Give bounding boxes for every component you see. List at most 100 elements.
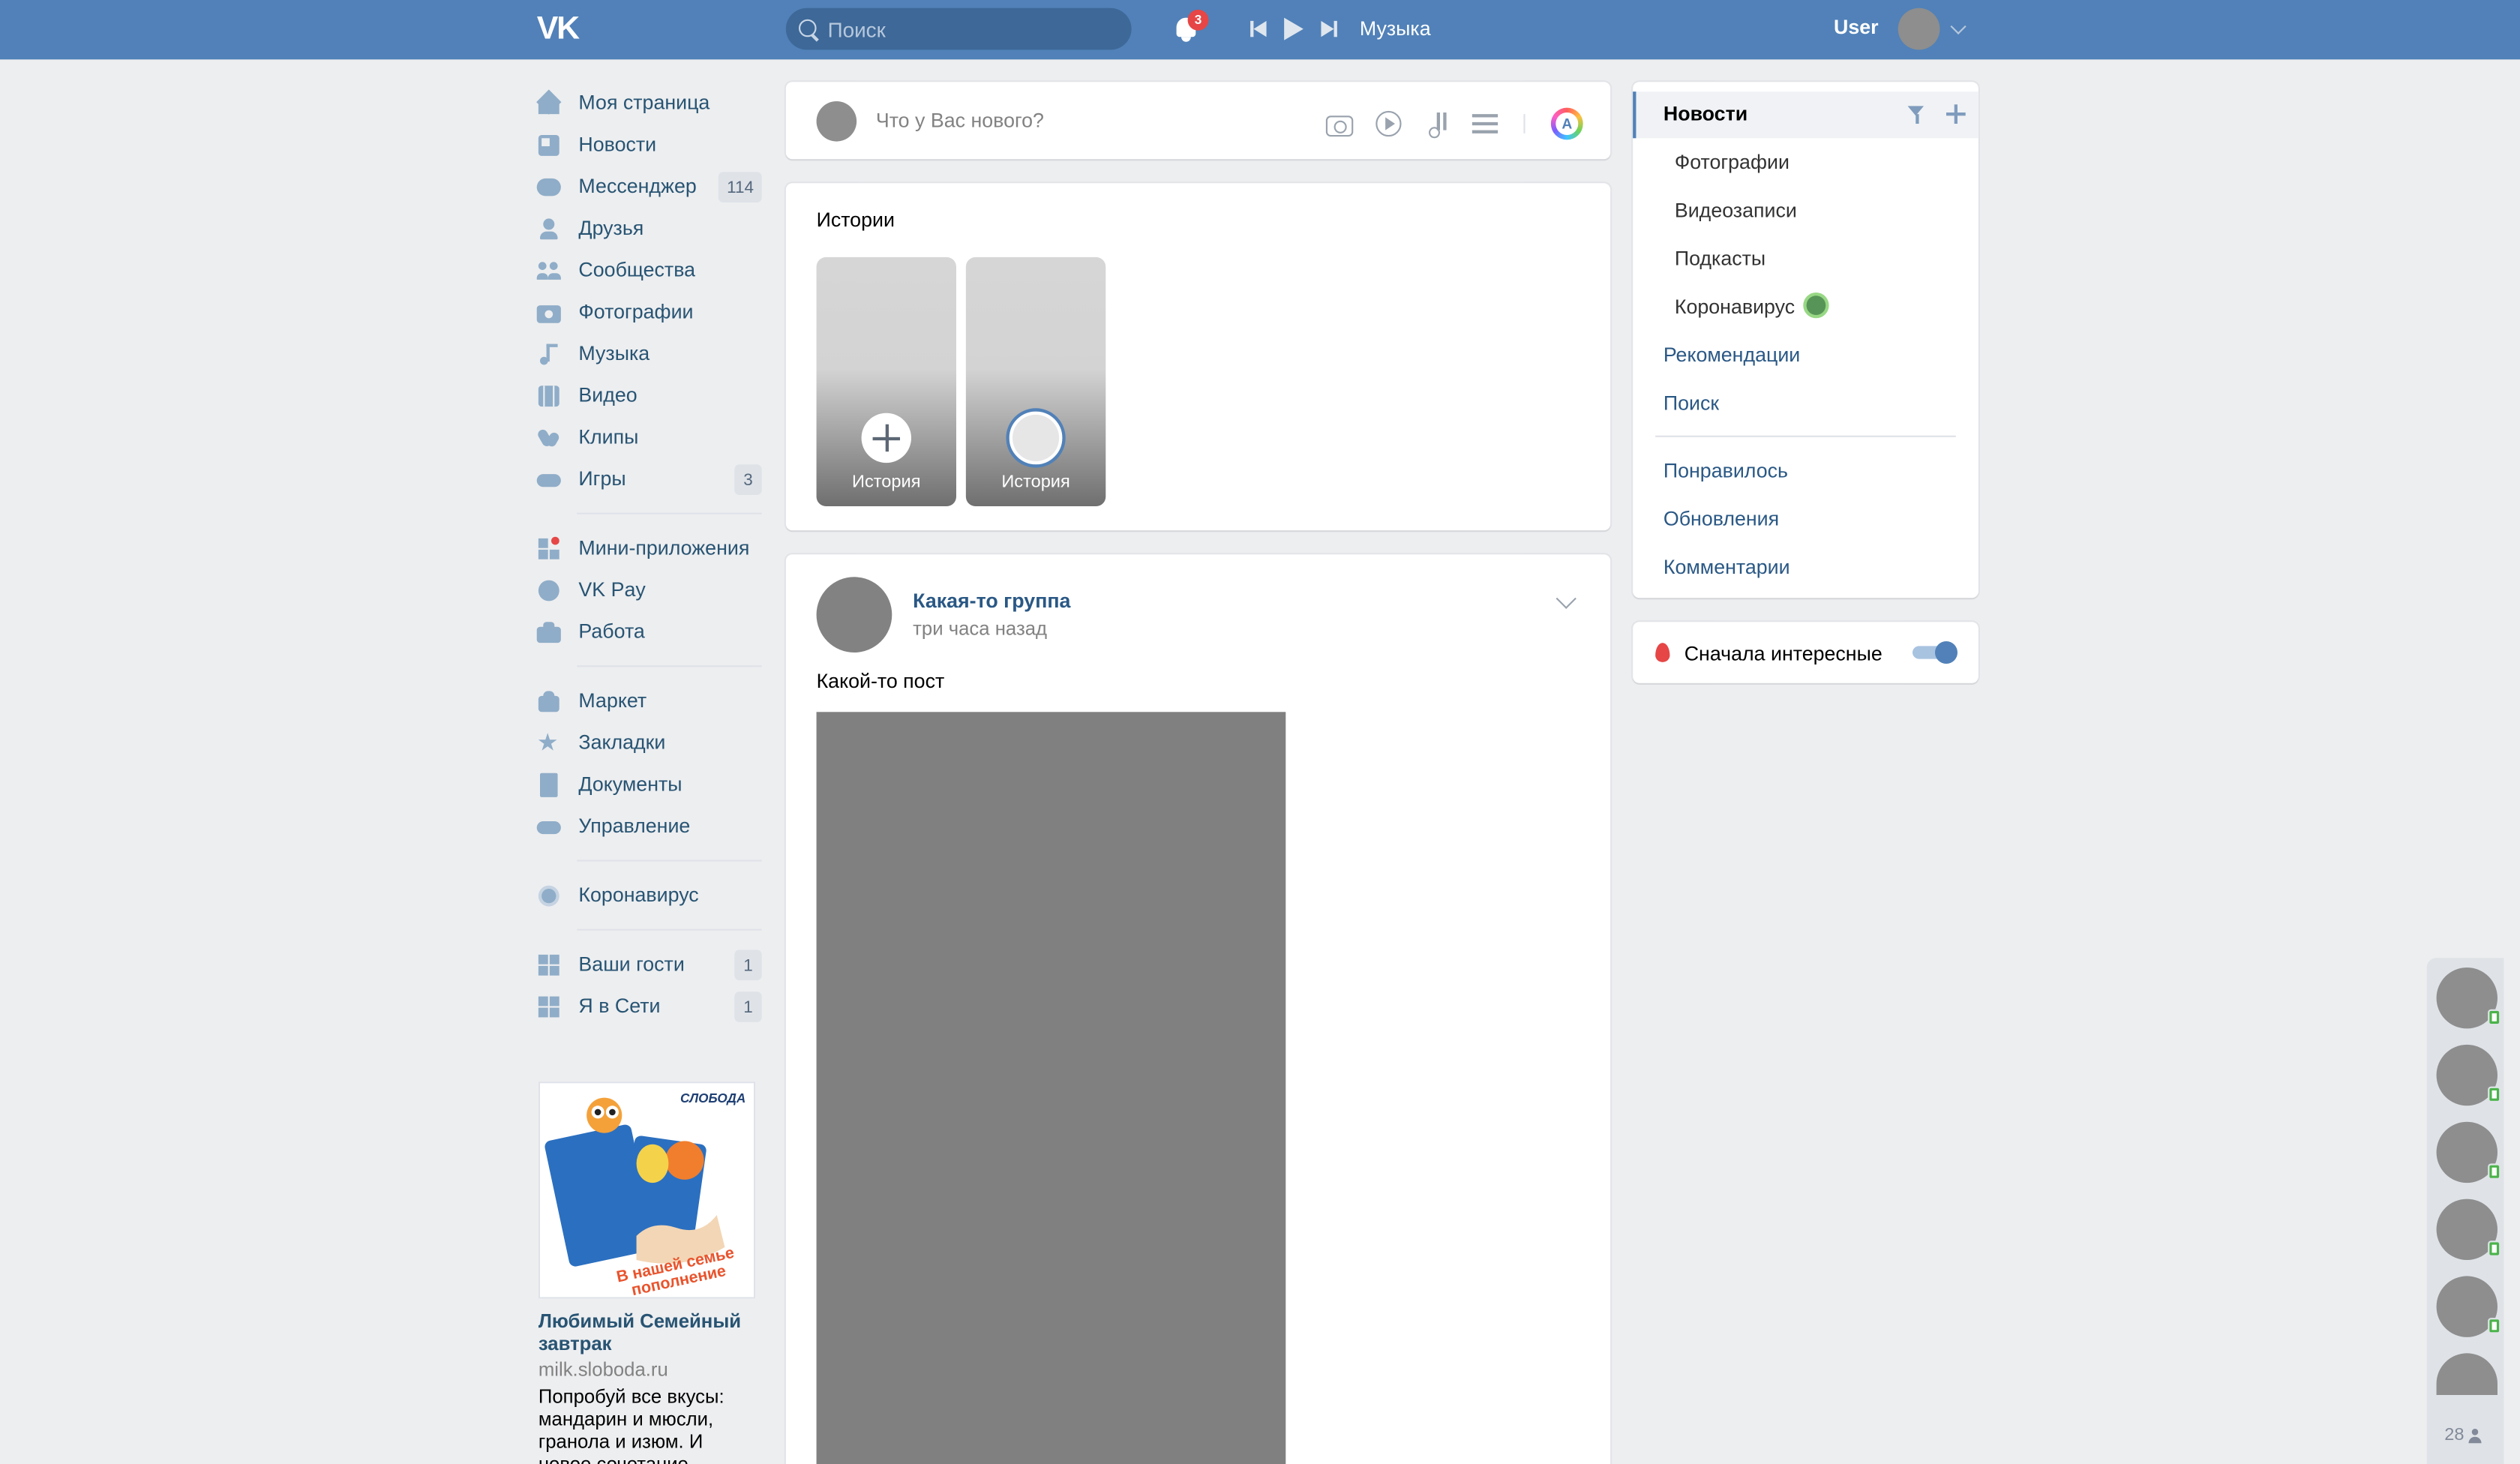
story-avatar <box>1006 408 1066 468</box>
apps-icon <box>537 952 561 976</box>
user-name[interactable]: User <box>1834 16 1879 38</box>
rnav-item-label: Коронавирус <box>1674 296 1796 319</box>
story-add[interactable]: История <box>816 256 956 506</box>
rnav-item-comments[interactable]: Комментарии <box>1664 556 1790 578</box>
sidebar-item-label: Коронавирус <box>578 884 699 907</box>
gamepad-icon <box>536 814 561 838</box>
online-mobile-icon <box>2488 1086 2501 1102</box>
story-item[interactable]: История <box>965 256 1106 506</box>
friend-avatar[interactable] <box>2436 1276 2501 1337</box>
rnav-item-liked[interactable]: Понравилось <box>1664 460 1788 482</box>
sidebar-item-management[interactable]: Управление <box>536 806 762 848</box>
article-icon[interactable] <box>1472 111 1498 136</box>
sidebar-item-communities[interactable]: Сообщества <box>536 249 762 291</box>
camera-icon[interactable] <box>1325 115 1354 136</box>
play-icon[interactable] <box>1284 17 1304 40</box>
divider <box>1655 435 1956 437</box>
online-mobile-icon <box>2488 1318 2501 1334</box>
video-icon[interactable] <box>1376 110 1402 137</box>
friend-avatar[interactable] <box>2436 968 2501 1029</box>
friend-avatar[interactable] <box>2436 1198 2501 1260</box>
apps-icon <box>537 536 561 560</box>
guests-count-badge: 1 <box>734 950 762 981</box>
sidebar-item-label: VK Pay <box>578 578 646 602</box>
notifications-badge: 3 <box>1187 9 1209 31</box>
sidebar-item-coronavirus[interactable]: Коронавирус <box>537 874 762 916</box>
next-track-icon[interactable] <box>1319 20 1337 38</box>
post-image[interactable] <box>816 712 1286 1464</box>
apps-icon <box>537 994 561 1018</box>
interesting-first-switch[interactable] <box>1912 641 1958 664</box>
interesting-first-toggle-card[interactable]: Сначала интересные <box>1633 622 1978 683</box>
previous-track-icon[interactable] <box>1250 20 1268 38</box>
sidebar-item-friends[interactable]: Друзья <box>537 207 762 249</box>
fire-icon <box>1655 643 1670 662</box>
sidebar-item-label: Сообщества <box>578 259 696 281</box>
friend-avatar[interactable] <box>2436 1353 2498 1395</box>
stories-block: Истории История История <box>785 183 1611 531</box>
sidebar-item-label: Управление <box>578 814 691 838</box>
messenger-icon <box>536 175 561 199</box>
friend-avatar[interactable] <box>2436 1044 2501 1106</box>
plus-icon[interactable] <box>1946 104 1966 124</box>
music-icon[interactable] <box>1424 111 1450 139</box>
search-input[interactable] <box>827 16 1101 41</box>
sidebar-item-label: Друзья <box>578 217 644 240</box>
rnav-item-photos[interactable]: Фотографии <box>1675 151 1790 173</box>
sidebar-item-market[interactable]: Маркет <box>537 680 762 722</box>
sidebar-item-guests[interactable]: Ваши гости 1 <box>537 944 762 986</box>
ad-title[interactable]: Любимый Семейный завтрак <box>538 1310 757 1354</box>
sidebar-item-work[interactable]: Работа <box>536 610 762 652</box>
story-label: История <box>852 472 921 492</box>
sidebar-ad[interactable]: СЛОБОДА В нашей семье пополнение Любимый… <box>538 1082 757 1464</box>
sidebar-item-online[interactable]: Я в Сети 1 <box>537 986 762 1028</box>
sidebar-item-games[interactable]: Игры 3 <box>536 458 762 500</box>
vk-logo[interactable]: VK <box>537 10 592 46</box>
music-label[interactable]: Музыка <box>1360 18 1431 40</box>
friends-online-count[interactable]: 28 <box>2444 1426 2482 1444</box>
rnav-item-news[interactable]: Новости <box>1664 103 1748 125</box>
avatar <box>816 101 857 142</box>
rnav-item-coronavirus[interactable]: Коронавирус <box>1675 296 1826 318</box>
divider <box>1523 114 1526 134</box>
sidebar-item-clips[interactable]: Клипы <box>536 416 762 458</box>
sidebar-item-messenger[interactable]: Мессенджер 114 <box>536 166 762 208</box>
search-box[interactable] <box>785 8 1132 50</box>
sidebar-item-news[interactable]: Новости <box>537 124 762 166</box>
post-time[interactable]: три часа назад <box>913 617 1047 640</box>
sidebar-item-my-page[interactable]: Моя страница <box>536 82 762 124</box>
rnav-item-updates[interactable]: Обновления <box>1664 508 1779 530</box>
rnav-item-podcasts[interactable]: Подкасты <box>1675 248 1766 270</box>
post-author[interactable]: Какая-то группа <box>913 590 1070 612</box>
chevron-down-icon[interactable] <box>1950 18 1966 34</box>
filter-icon[interactable] <box>1907 106 1926 124</box>
sidebar-item-video[interactable]: Видео <box>537 374 762 416</box>
rnav-item-recommendations[interactable]: Рекомендации <box>1664 344 1800 367</box>
sidebar-item-music[interactable]: Музыка <box>537 333 762 375</box>
sidebar-item-bookmarks[interactable]: ★ Закладки <box>537 722 762 764</box>
ad-domain[interactable]: milk.sloboda.ru <box>538 1358 757 1381</box>
rnav-item-videos[interactable]: Видеозаписи <box>1675 200 1797 222</box>
sidebar-item-label: Мессенджер <box>578 175 697 198</box>
sidebar-item-mini-apps[interactable]: Мини-приложения <box>537 527 762 569</box>
friend-avatar[interactable] <box>2436 1121 2501 1184</box>
online-mobile-icon <box>2488 1009 2501 1026</box>
post-composer[interactable]: Что у Вас нового? A <box>785 82 1611 160</box>
ad-image[interactable]: СЛОБОДА В нашей семье пополнение <box>538 1082 756 1299</box>
sidebar-item-vk-pay[interactable]: VK Pay <box>537 569 762 611</box>
composer-placeholder[interactable]: Что у Вас нового? <box>876 110 1044 132</box>
vkpay-icon <box>537 578 561 602</box>
chevron-down-icon[interactable] <box>1556 588 1576 609</box>
composer-actions: A <box>1325 107 1583 140</box>
sidebar-item-label: Фотографии <box>578 300 694 323</box>
left-sidebar: Моя страница Новости Мессенджер 114 Друз… <box>536 82 762 1028</box>
user-avatar[interactable] <box>1898 8 1940 50</box>
sidebar-item-documents[interactable]: Документы <box>537 764 762 806</box>
sidebar-item-photos[interactable]: Фотографии <box>536 291 762 333</box>
sidebar-item-label: Работа <box>578 620 645 644</box>
poster-icon[interactable]: A <box>1550 107 1583 140</box>
rnav-item-search[interactable]: Поиск <box>1664 392 1719 415</box>
sidebar-divider <box>577 860 762 862</box>
plus-icon <box>861 412 911 464</box>
avatar[interactable] <box>816 577 892 652</box>
